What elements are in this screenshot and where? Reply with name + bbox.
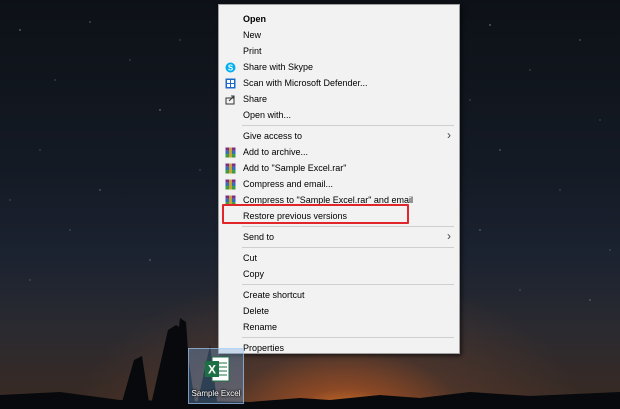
menu-item-label: Add to "Sample Excel.rar"	[243, 163, 347, 173]
svg-text:S: S	[228, 63, 234, 72]
menu-item-open[interactable]: Open	[219, 11, 459, 27]
menu-item-scan-with-defender[interactable]: Scan with Microsoft Defender...	[219, 75, 459, 91]
chevron-right-icon: ›	[447, 229, 451, 243]
menu-item-new[interactable]: New	[219, 27, 459, 43]
menu-item-give-access-to[interactable]: Give access to ›	[219, 128, 459, 144]
winrar-icon	[225, 163, 236, 174]
menu-item-label: Add to archive...	[243, 147, 309, 157]
menu-item-label: Cut	[243, 253, 258, 263]
menu-item-label: New	[243, 30, 262, 40]
desktop-file-sample-excel[interactable]: X Sample Excel	[188, 348, 244, 404]
menu-item-label: Rename	[243, 322, 278, 332]
menu-separator	[242, 337, 454, 338]
menu-item-label: Share	[243, 94, 268, 104]
chevron-right-icon: ›	[447, 128, 451, 142]
menu-item-delete[interactable]: Delete	[219, 303, 459, 319]
menu-item-label: Delete	[243, 306, 270, 316]
menu-item-share[interactable]: Share	[219, 91, 459, 107]
menu-item-label: Create shortcut	[243, 290, 305, 300]
menu-item-label: Print	[243, 46, 262, 56]
menu-item-label: Compress and email...	[243, 179, 334, 189]
menu-separator	[242, 226, 454, 227]
menu-separator	[242, 247, 454, 248]
menu-separator	[242, 125, 454, 126]
excel-file-icon: X	[205, 356, 230, 382]
winrar-icon	[225, 179, 236, 190]
skype-icon: S	[225, 62, 236, 73]
menu-item-label: Open	[243, 14, 267, 24]
menu-item-send-to[interactable]: Send to ›	[219, 229, 459, 245]
menu-item-print[interactable]: Print	[219, 43, 459, 59]
menu-item-label: Send to	[243, 232, 275, 242]
menu-item-label: Scan with Microsoft Defender...	[243, 78, 368, 88]
menu-separator	[242, 284, 454, 285]
context-menu: Open New Print S Share with Skype Scan w…	[218, 4, 460, 354]
menu-item-label: Open with...	[243, 110, 292, 120]
desktop-file-label: Sample Excel	[191, 389, 241, 398]
menu-item-add-to-archive[interactable]: Add to archive...	[219, 144, 459, 160]
menu-item-label: Share with Skype	[243, 62, 314, 72]
menu-item-open-with[interactable]: Open with...	[219, 107, 459, 123]
menu-item-share-with-skype[interactable]: S Share with Skype	[219, 59, 459, 75]
menu-item-compress-and-email[interactable]: Compress and email...	[219, 176, 459, 192]
menu-item-copy[interactable]: Copy	[219, 266, 459, 282]
menu-item-cut[interactable]: Cut	[219, 250, 459, 266]
menu-item-label: Give access to	[243, 131, 303, 141]
share-icon	[225, 95, 235, 105]
menu-item-create-shortcut[interactable]: Create shortcut	[219, 287, 459, 303]
winrar-icon	[225, 147, 236, 158]
excel-letter: X	[208, 363, 216, 377]
menu-item-rename[interactable]: Rename	[219, 319, 459, 335]
menu-item-label: Properties	[243, 343, 285, 353]
highlight-box	[222, 204, 409, 224]
menu-item-properties[interactable]: Properties	[219, 340, 459, 356]
menu-item-add-to-rar[interactable]: Add to "Sample Excel.rar"	[219, 160, 459, 176]
defender-icon	[225, 78, 236, 89]
menu-item-label: Copy	[243, 269, 265, 279]
